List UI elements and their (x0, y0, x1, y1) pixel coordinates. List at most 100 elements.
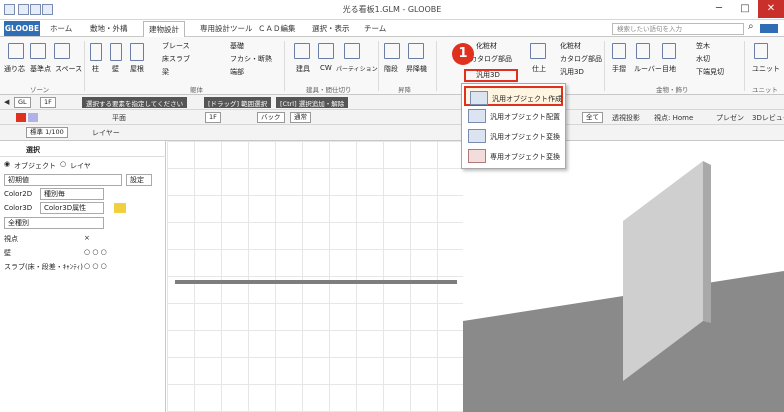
finish-item-button[interactable]: 化粧材 (476, 41, 497, 51)
joint-button[interactable]: 目地 (662, 64, 676, 74)
handrail-button[interactable]: 手摺 (612, 64, 626, 74)
louver-icon[interactable] (636, 43, 650, 59)
finish-item-2-button[interactable]: 化粧材 (560, 41, 581, 51)
tab-building-design[interactable]: 建物設計 (143, 21, 185, 37)
scale-selector[interactable]: 標準 1/100 (26, 127, 68, 138)
elevator-icon[interactable] (408, 43, 424, 59)
menu-item-convert-special-object[interactable]: 専用オブジェクト変換 (464, 146, 563, 166)
minimize-button[interactable]: ─ (706, 0, 732, 18)
foundation-button[interactable]: 基礎 (230, 41, 244, 51)
louver-button[interactable]: ルーバー (634, 64, 662, 74)
settings-button[interactable]: 設定 (126, 174, 152, 186)
color2d-select[interactable]: 種別毎 (40, 188, 104, 200)
baseboard-button[interactable]: 笠木 (696, 41, 710, 51)
drip-button[interactable]: 下端見切 (696, 67, 724, 77)
partition-button[interactable]: パーティション (336, 64, 378, 73)
gl-selector[interactable]: GL (14, 97, 31, 108)
account-icon[interactable] (760, 24, 778, 33)
presentation-tab[interactable]: プレゼン (716, 113, 744, 123)
plan-floor-selector[interactable]: 1F (205, 112, 221, 123)
fixture-icon[interactable] (294, 43, 310, 59)
row-slab-marks[interactable]: ○ ○ ○ (84, 262, 107, 270)
tab-cad-edit[interactable]: ＣＡＤ編集 (258, 23, 296, 34)
watercut-button[interactable]: 水切 (696, 54, 710, 64)
all-button[interactable]: 全て (582, 112, 603, 123)
brace-button[interactable]: ブレース (162, 41, 190, 51)
layer-button[interactable]: レイヤー (92, 128, 120, 138)
menu-item-place-generic-object[interactable]: 汎用オブジェクト配置 (464, 106, 563, 126)
preset-select[interactable]: 初期値 (4, 174, 122, 186)
unit-icon[interactable] (754, 43, 768, 59)
use3d-2-button[interactable]: 汎用3D (560, 67, 584, 77)
catalog-button[interactable]: カタログ部品 (470, 54, 512, 64)
lightbulb-icon[interactable] (114, 203, 126, 213)
partition-icon[interactable] (344, 43, 360, 59)
space-icon[interactable] (54, 43, 70, 59)
3d-view-canvas[interactable] (463, 141, 784, 412)
radio-object-label: オブジェクト (14, 162, 56, 170)
space-button[interactable]: スペース (55, 64, 82, 74)
roof-icon[interactable] (130, 43, 144, 61)
wall-icon[interactable] (110, 43, 122, 61)
tab-home[interactable]: ホーム (50, 23, 72, 34)
plan-view-canvas[interactable] (167, 141, 463, 412)
row-wall-marks[interactable]: ○ ○ ○ (84, 248, 107, 256)
row-viewpoint-marks[interactable]: × (84, 234, 90, 242)
fixture-button[interactable]: 建具 (296, 64, 310, 74)
radio-object[interactable]: ◉ (4, 160, 10, 168)
wall-button[interactable]: 壁 (112, 64, 119, 74)
cancel-icon[interactable] (16, 113, 26, 122)
beam-button[interactable]: 梁 (162, 67, 169, 77)
toggle-icon[interactable]: ◀ (4, 98, 9, 106)
finish-icon[interactable] (530, 43, 546, 59)
group-zone: ゾーン (30, 86, 50, 94)
grid-line-icon[interactable] (8, 43, 24, 59)
unit-button[interactable]: ユニット (752, 64, 780, 74)
tab-special-tools[interactable]: 専用設計ツール (200, 23, 253, 34)
stairs-button[interactable]: 階段 (384, 64, 398, 74)
menu-item-label: 汎用オブジェクト作成 (492, 95, 562, 103)
tab-file[interactable]: GLOOBE (4, 21, 40, 36)
property-panel: 選択 ◉ オブジェクト ○ レイヤ 初期値 設定 Color2D 種別毎 Col… (0, 141, 166, 412)
search-icon[interactable]: ⌕ (748, 21, 754, 32)
type-filter-select[interactable]: 全種別 (4, 217, 104, 229)
column-button[interactable]: 柱 (92, 64, 99, 74)
select-icon[interactable] (28, 113, 38, 122)
reference-point-icon[interactable] (30, 43, 46, 59)
furring-button[interactable]: フカシ・断熱 (230, 54, 272, 64)
perspective-label[interactable]: 透視投影 (612, 113, 640, 123)
normal-mode-button[interactable]: 通常 (290, 112, 311, 123)
color3d-select[interactable]: Color3D属性 (40, 202, 104, 214)
roof-button[interactable]: 屋根 (130, 64, 144, 74)
elevator-button[interactable]: 昇降機 (406, 64, 427, 74)
viewpoint-label[interactable]: 視点: Home (654, 113, 693, 123)
tab-team[interactable]: チーム (364, 23, 386, 34)
search-input[interactable]: 検索したい語句を入力 (612, 23, 744, 35)
row-slab-label: スラブ(床・段差・ｷｬﾝﾃｨ) (4, 263, 83, 271)
back-button[interactable]: バック (257, 112, 285, 123)
plan-view-label[interactable]: 平面 (112, 113, 126, 123)
reference-point-button[interactable]: 基準点 (30, 64, 51, 74)
tab-site[interactable]: 敷地・外構 (90, 23, 128, 34)
slab-button[interactable]: 床スラブ (162, 54, 190, 64)
stairs-icon[interactable] (384, 43, 400, 59)
edge-button[interactable]: 端部 (230, 67, 244, 77)
finish-button[interactable]: 仕上 (532, 64, 546, 74)
column-icon[interactable] (90, 43, 102, 61)
tab-select-view[interactable]: 選択・表示 (312, 23, 350, 34)
catalog-2-button[interactable]: カタログ部品 (560, 54, 602, 64)
3d-review-tab[interactable]: 3Dレビュー (752, 113, 784, 123)
curtain-wall-button[interactable]: CW (320, 64, 332, 72)
floor-selector[interactable]: 1F (40, 97, 56, 108)
curtain-wall-icon[interactable] (318, 43, 334, 59)
maximize-button[interactable]: □ (732, 0, 758, 18)
menu-item-create-generic-object[interactable]: 汎用オブジェクト作成 (464, 86, 563, 106)
view-toolbar: 平面 1F バック 通常 全て 透視投影 視点: Home プレゼン 3Dレビュ… (0, 110, 784, 125)
close-button[interactable]: ✕ (758, 0, 784, 18)
wall-plan-element[interactable] (175, 280, 457, 284)
menu-item-convert-generic-object[interactable]: 汎用オブジェクト変換 (464, 126, 563, 146)
grid-line-button[interactable]: 通り芯 (4, 64, 25, 74)
radio-layer[interactable]: ○ (60, 160, 66, 168)
handrail-icon[interactable] (612, 43, 626, 59)
joint-icon[interactable] (662, 43, 676, 59)
